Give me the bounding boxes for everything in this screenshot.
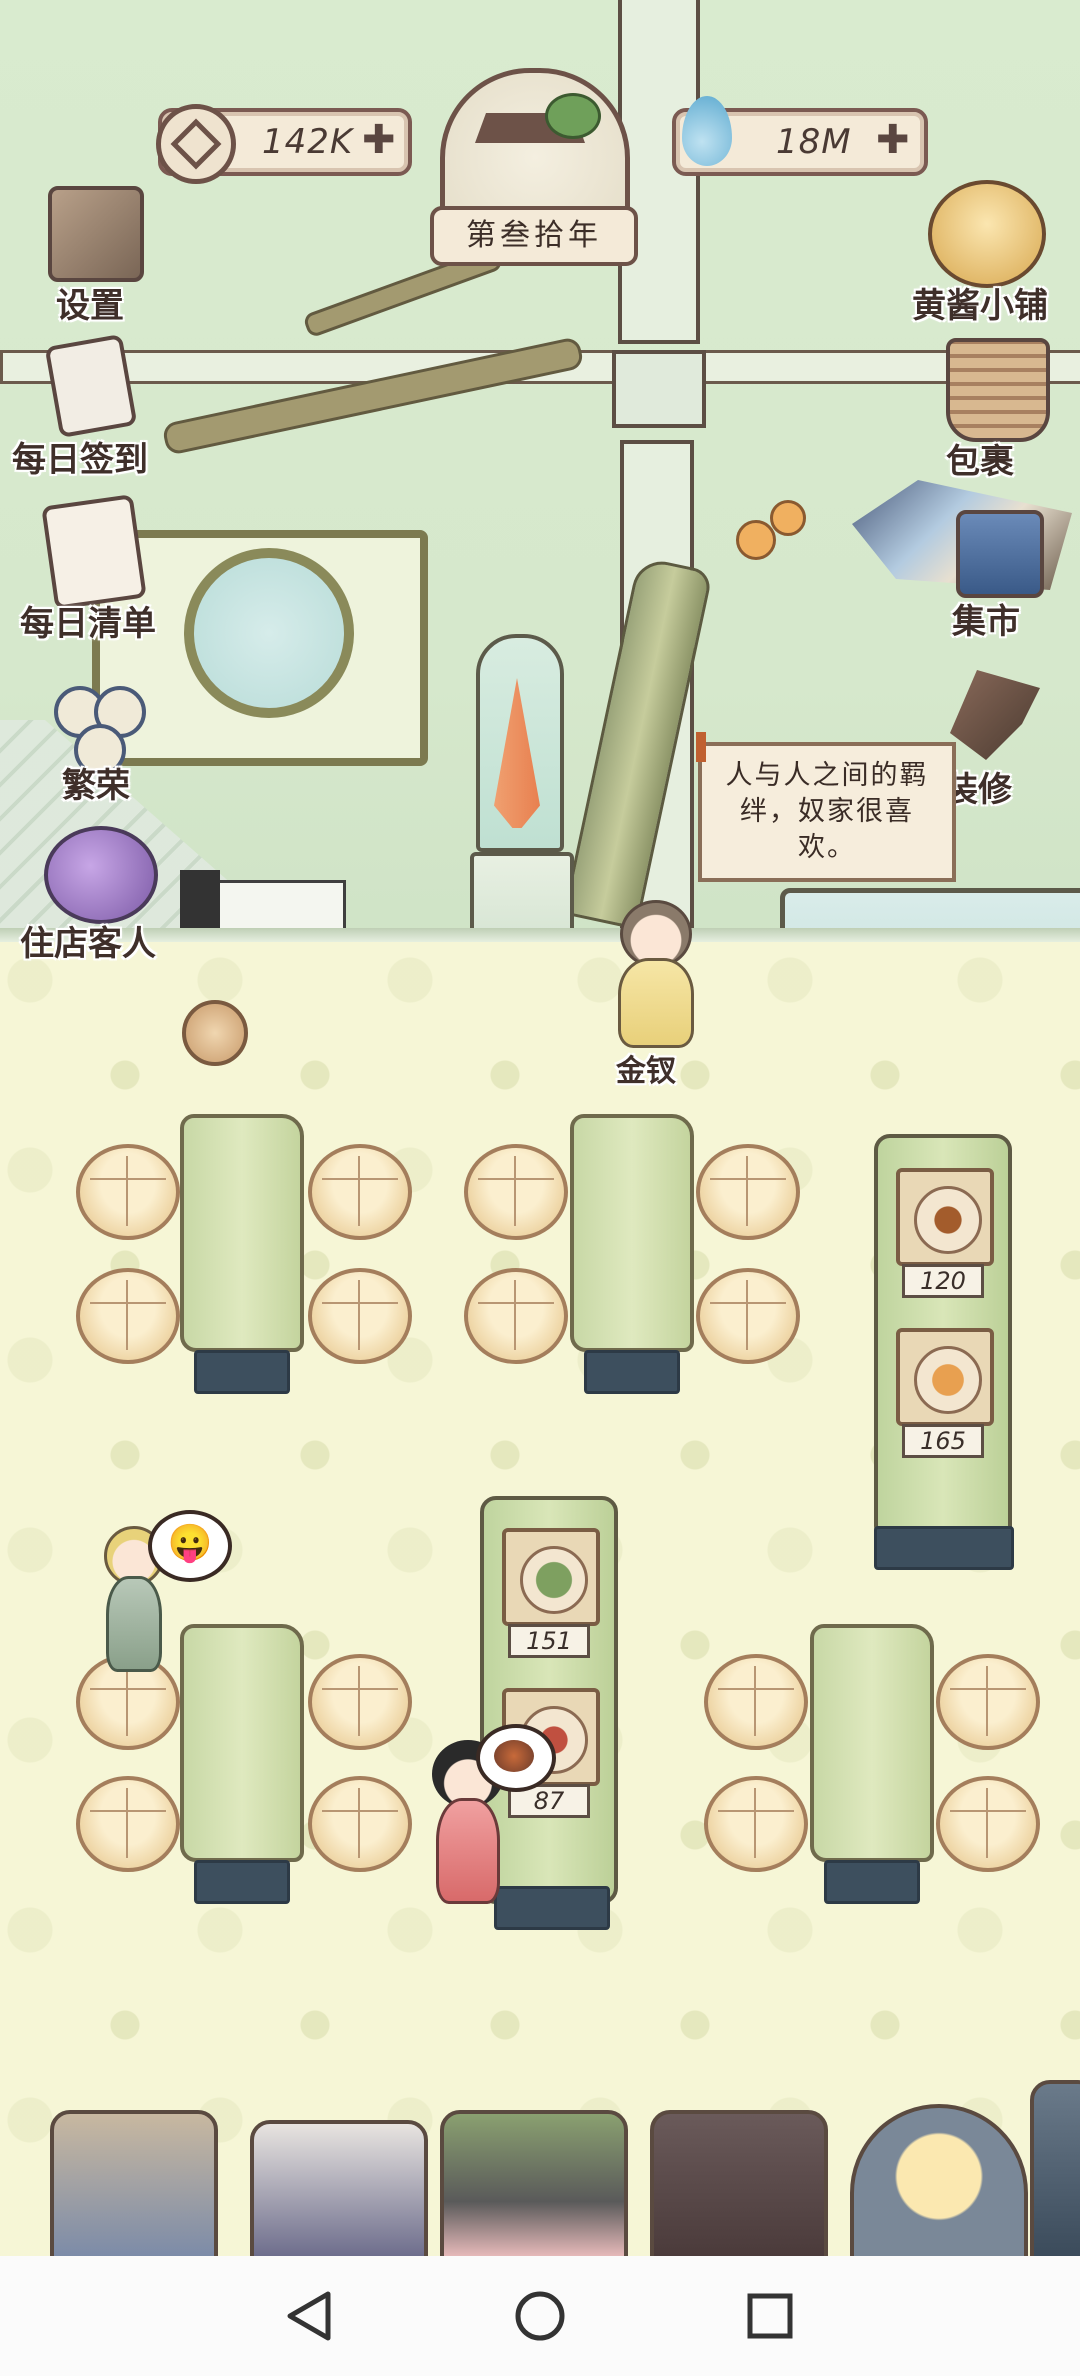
dining-table[interactable] <box>180 1624 304 1862</box>
npc-body <box>618 958 694 1048</box>
crane-cook-portrait[interactable] <box>250 2120 428 2264</box>
tassel-icon <box>696 732 706 762</box>
settings-button[interactable]: 设置 <box>40 186 150 326</box>
recents-square-icon[interactable] <box>740 2286 800 2346</box>
stool[interactable] <box>936 1654 1040 1750</box>
table-stand <box>194 1860 290 1904</box>
dish-price: 120 <box>902 1264 984 1298</box>
basket-icon <box>946 338 1050 442</box>
add-coins-icon[interactable]: ✚ <box>362 120 396 160</box>
dish-plate <box>520 1546 588 1614</box>
year-label: 第叁拾年 <box>430 206 638 266</box>
shop-label: 黄酱小铺 <box>912 286 1048 326</box>
tongue-out-face-icon: 😛 <box>148 1510 232 1582</box>
decorate-button[interactable]: 装修 <box>940 670 1080 810</box>
coin-counter[interactable]: 142K ✚ <box>156 104 412 184</box>
guest-body <box>106 1576 162 1672</box>
table-stand <box>194 1350 290 1394</box>
npc-speech-bubble: 人与人之间的羁绊，奴家很喜欢。 <box>698 742 956 882</box>
armored-guard-portrait[interactable] <box>1030 2080 1080 2264</box>
shop-button[interactable]: 黄酱小铺 <box>904 180 1080 330</box>
market-label: 集市 <box>952 602 1020 642</box>
checklist-icon <box>41 494 147 610</box>
daily-list-label: 每日清单 <box>20 604 156 644</box>
stool[interactable] <box>696 1144 800 1240</box>
pillar-capital <box>612 350 706 428</box>
dining-table[interactable] <box>810 1624 934 1862</box>
prosperity-button[interactable]: 繁荣 <box>44 676 164 806</box>
round-window-pane <box>184 548 354 718</box>
dining-table[interactable] <box>570 1114 694 1352</box>
dish-plate <box>914 1346 982 1414</box>
gourd-ornament <box>736 520 776 560</box>
npc-name-label: 金钗 <box>616 1054 676 1089</box>
food-display-table[interactable]: 120 165 <box>874 1134 1012 1542</box>
gourd-ornament <box>770 500 806 536</box>
npc-jinchai[interactable] <box>594 900 714 1050</box>
dish-zongzi-icon[interactable] <box>502 1528 600 1626</box>
bag-button[interactable]: 包裹 <box>930 338 1080 482</box>
stool[interactable] <box>76 1776 180 1872</box>
round-lantern <box>182 1000 248 1066</box>
market-stall-icon <box>956 510 1044 598</box>
pig-farmer-portrait[interactable] <box>440 2110 628 2264</box>
stool[interactable] <box>696 1268 800 1364</box>
dish-braised-icon[interactable] <box>896 1168 994 1266</box>
dish-buns-icon[interactable] <box>896 1328 994 1426</box>
stool[interactable] <box>76 1144 180 1240</box>
pine-tree-icon <box>545 93 601 139</box>
home-circle-icon[interactable] <box>510 2286 570 2346</box>
prosperity-label: 繁荣 <box>62 766 130 806</box>
guests-label: 住店客人 <box>20 924 156 964</box>
settings-label: 设置 <box>56 286 124 326</box>
stool[interactable] <box>308 1144 412 1240</box>
coin-value: 142K <box>262 122 354 162</box>
daily-checkin-label: 每日签到 <box>12 440 148 480</box>
settings-box-icon <box>48 186 144 282</box>
table-stand <box>584 1350 680 1394</box>
guest-bag-icon <box>44 826 158 924</box>
steamer-chef-portrait[interactable] <box>50 2110 218 2264</box>
stool[interactable] <box>704 1654 808 1750</box>
water-counter[interactable]: 18M ✚ <box>672 96 928 176</box>
bed-room-portrait[interactable] <box>650 2110 828 2264</box>
stool[interactable] <box>704 1776 808 1872</box>
system-nav-bar <box>0 2256 1080 2376</box>
water-value: 18M <box>776 122 852 162</box>
back-triangle-icon[interactable] <box>280 2286 340 2346</box>
umbrella-icon <box>494 678 540 828</box>
add-water-icon[interactable]: ✚ <box>876 120 910 160</box>
market-button[interactable]: 集市 <box>852 470 1080 650</box>
stool[interactable] <box>308 1268 412 1364</box>
brush-paper-icon <box>44 333 138 439</box>
dish-plate <box>914 1186 982 1254</box>
table-stand <box>824 1860 920 1904</box>
stool[interactable] <box>936 1776 1040 1872</box>
daily-list-button[interactable]: 每日清单 <box>18 494 188 644</box>
bowl-contents <box>494 1740 534 1772</box>
dish-price: 165 <box>902 1424 984 1458</box>
guests-button[interactable]: 住店客人 <box>18 826 198 966</box>
shop-keeper-icon <box>928 180 1046 288</box>
stool[interactable] <box>464 1144 568 1240</box>
stool[interactable] <box>464 1268 568 1364</box>
stool[interactable] <box>308 1776 412 1872</box>
umbrella-display-case <box>476 634 564 852</box>
stool[interactable] <box>308 1654 412 1750</box>
dish-price: 151 <box>508 1624 590 1658</box>
waiter-body <box>436 1798 500 1904</box>
hammer-icon <box>950 670 1040 760</box>
dining-table[interactable] <box>180 1114 304 1352</box>
coin-icon <box>156 104 236 184</box>
noodle-bowl-icon <box>476 1724 556 1792</box>
daily-checkin-button[interactable]: 每日签到 <box>8 333 178 480</box>
table-stand <box>874 1526 1014 1570</box>
table-stand <box>494 1886 610 1930</box>
stool[interactable] <box>76 1268 180 1364</box>
